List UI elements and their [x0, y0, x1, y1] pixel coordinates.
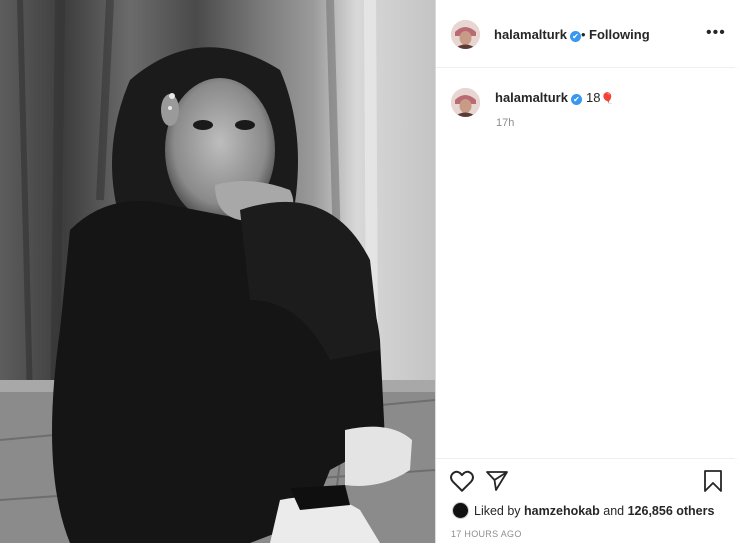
more-options-icon[interactable]: ••• [706, 24, 726, 42]
liker-avatar[interactable] [452, 502, 469, 519]
post-side-panel: halamalturk ✔ • Following ••• halamalturk… [435, 0, 738, 543]
balloon-emoji: 🎈 [600, 93, 615, 105]
likes-conjunction: and [603, 504, 625, 518]
header-username-text[interactable]: halamalturk [494, 27, 567, 42]
bookmark-icon[interactable] [702, 469, 724, 493]
caption-avatar-image [451, 88, 480, 117]
verified-badge-icon: ✔ [569, 31, 581, 42]
panel-edge [735, 0, 737, 543]
post-photo[interactable] [0, 0, 435, 543]
avatar-image [451, 20, 480, 49]
caption-time[interactable]: 17h [496, 117, 514, 129]
paper-plane-icon[interactable] [485, 469, 509, 493]
post-actions: Liked by hamzehokab and 126,856 others 1… [436, 458, 738, 543]
likes-summary: Liked by hamzehokab and 126,856 others [452, 502, 714, 519]
post-header: halamalturk ✔ • Following ••• [436, 0, 738, 68]
verified-badge-icon: ✔ [570, 94, 582, 105]
post-photo-image [0, 0, 435, 543]
caption-username[interactable]: halamalturk [495, 90, 568, 105]
liker-username[interactable]: hamzehokab [524, 504, 600, 518]
header-username[interactable]: halamalturk ✔ [494, 27, 581, 42]
caption-line: halamalturk ✔ 18🎈 [495, 90, 614, 105]
heart-icon[interactable] [449, 469, 475, 493]
caption-avatar[interactable] [451, 88, 480, 117]
caption-text: 18 [585, 90, 601, 105]
following-button[interactable]: Following [589, 27, 650, 42]
post-modal: halamalturk ✔ • Following ••• halamalturk… [0, 0, 739, 543]
likes-count[interactable]: 126,856 others [628, 504, 715, 518]
avatar[interactable] [451, 20, 480, 49]
post-date[interactable]: 17 HOURS AGO [451, 529, 522, 539]
header-separator: • [581, 27, 586, 42]
likes-prefix: Liked by [474, 504, 521, 518]
